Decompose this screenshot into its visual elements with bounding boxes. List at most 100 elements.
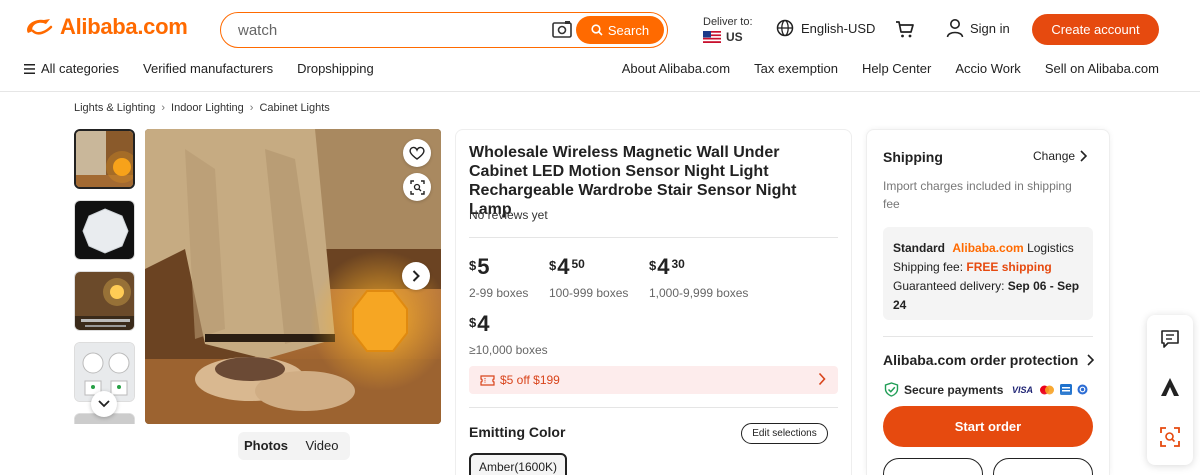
nav-sell[interactable]: Sell on Alibaba.com <box>1045 61 1159 76</box>
reviews-summary[interactable]: No reviews yet <box>469 208 548 222</box>
divider <box>883 336 1093 337</box>
message-icon[interactable] <box>1160 329 1180 349</box>
import-charges-note: Import charges included in shipping fee <box>883 179 1072 211</box>
shipping-fee-label: Shipping fee: <box>893 260 964 274</box>
accio-icon[interactable] <box>1160 377 1180 397</box>
price-tier: $ 4 30 1,000-9,999 boxes <box>649 254 749 301</box>
favorite-button[interactable] <box>403 139 431 167</box>
scan-search-icon[interactable] <box>1160 427 1180 447</box>
amex-icon <box>1060 384 1073 395</box>
scan-icon <box>409 179 425 195</box>
logo-text: Alibaba.com <box>60 14 188 39</box>
change-label: Change <box>1033 149 1076 163</box>
price-currency: $ <box>469 315 477 330</box>
thumbnail-scroll-down-button[interactable] <box>91 391 117 417</box>
all-categories-menu[interactable]: All categories <box>24 61 119 76</box>
nav-item-label: All categories <box>41 61 120 76</box>
price-whole: 4 <box>657 254 670 279</box>
order-protection-link[interactable]: Alibaba.com order protection <box>883 352 1095 368</box>
delivery-label: Guaranteed delivery: <box>893 279 1005 293</box>
nav-about[interactable]: About Alibaba.com <box>622 61 730 76</box>
color-option-selected[interactable]: Amber(1600K) <box>469 453 567 475</box>
price-currency: $ <box>549 258 557 273</box>
breadcrumb-item[interactable]: Lights & Lighting <box>74 102 155 114</box>
shield-check-icon <box>884 382 899 397</box>
alibaba-logo[interactable]: Alibaba.com <box>24 14 188 40</box>
secondary-action-button[interactable] <box>993 458 1093 475</box>
tab-video[interactable]: Video <box>294 434 350 458</box>
price-currency: $ <box>649 258 657 273</box>
price-range: 2-99 boxes <box>469 286 529 300</box>
search-input[interactable] <box>238 21 538 39</box>
mastercard-icon <box>1040 385 1055 394</box>
chevron-down-icon <box>98 400 110 408</box>
thumbnail-list <box>74 129 135 424</box>
logo-mark-icon <box>27 19 53 35</box>
price-cents: 50 <box>571 257 585 271</box>
price-range: 100-999 boxes <box>549 286 629 300</box>
image-scan-button[interactable] <box>403 173 431 201</box>
nav-tax-exemption[interactable]: Tax exemption <box>754 61 838 76</box>
thumbnail[interactable] <box>74 271 135 331</box>
language-label: English-USD <box>801 20 876 36</box>
image-search-icon[interactable] <box>551 20 573 40</box>
variation-label: Emitting Color <box>469 424 566 440</box>
create-account-button[interactable]: Create account <box>1032 14 1159 45</box>
secondary-action-button[interactable] <box>883 458 983 475</box>
tab-photos[interactable]: Photos <box>238 434 294 458</box>
visa-icon: VISA <box>1012 385 1033 394</box>
change-shipping-link[interactable]: Change <box>1033 149 1088 163</box>
logistics-brand: Alibaba.com <box>952 241 1024 255</box>
shipping-title: Shipping <box>883 149 943 165</box>
main-product-image[interactable] <box>145 129 441 424</box>
us-flag-icon <box>703 31 721 43</box>
price-tier: $ 4 ≥10,000 boxes <box>469 311 548 358</box>
next-image-button[interactable] <box>402 262 430 290</box>
price-cents: 30 <box>671 257 685 271</box>
divider <box>469 237 838 238</box>
sign-in-link[interactable]: Sign in <box>946 18 1010 38</box>
search-icon <box>591 24 603 36</box>
user-icon <box>946 19 964 38</box>
nav-help-center[interactable]: Help Center <box>862 61 931 76</box>
breadcrumb: Lights & Lighting › Indoor Lighting › Ca… <box>74 102 330 114</box>
nav-verified-manufacturers[interactable]: Verified manufacturers <box>143 61 273 76</box>
price-tier: $ 4 50 100-999 boxes <box>549 254 629 301</box>
search-button[interactable]: Search <box>576 16 664 44</box>
thumbnail[interactable] <box>74 129 135 189</box>
hamburger-icon <box>24 63 35 74</box>
divider <box>469 407 838 408</box>
top-header: Alibaba.com Search Deliver to: <box>0 0 1200 92</box>
payment-method-icon <box>1077 384 1088 395</box>
price-whole: 5 <box>477 254 490 279</box>
coupon-banner[interactable]: $5 off $199 <box>469 366 838 394</box>
price-whole: 4 <box>557 254 570 279</box>
language-selector[interactable]: English-USD <box>776 19 875 37</box>
nav-accio-work[interactable]: Accio Work <box>955 61 1021 76</box>
cart-icon[interactable] <box>895 19 915 39</box>
start-order-button[interactable]: Start order <box>883 406 1093 447</box>
globe-icon <box>776 19 794 37</box>
nav-left: All categories Verified manufacturers Dr… <box>24 61 398 76</box>
heart-icon <box>409 146 425 160</box>
shipping-standard-label: Standard <box>893 241 946 255</box>
chevron-right-icon: › <box>249 102 254 114</box>
shipping-option-box[interactable]: Standard Alibaba.com Logistics Shipping … <box>883 227 1093 320</box>
coupon-icon <box>480 374 495 386</box>
coupon-text: $5 off $199 <box>500 373 560 387</box>
deliver-to[interactable]: Deliver to: US <box>703 15 753 44</box>
thumbnail[interactable] <box>74 200 135 260</box>
price-range: ≥10,000 boxes <box>469 343 548 357</box>
breadcrumb-item[interactable]: Indoor Lighting <box>171 102 244 114</box>
edit-selections-button[interactable]: Edit selections <box>741 423 828 444</box>
nav-dropshipping[interactable]: Dropshipping <box>297 61 374 76</box>
sign-in-label: Sign in <box>970 20 1010 36</box>
price-range: 1,000-9,999 boxes <box>649 286 749 300</box>
price-whole: 4 <box>477 311 490 336</box>
price-tier: $ 5 2-99 boxes <box>469 254 529 301</box>
media-tabs: Photos Video <box>238 432 350 460</box>
shipping-fee-value: FREE shipping <box>966 260 1052 274</box>
nav-right: About Alibaba.com Tax exemption Help Cen… <box>598 61 1159 76</box>
secure-payments: Secure payments VISA <box>884 382 1088 397</box>
breadcrumb-item[interactable]: Cabinet Lights <box>259 102 329 114</box>
